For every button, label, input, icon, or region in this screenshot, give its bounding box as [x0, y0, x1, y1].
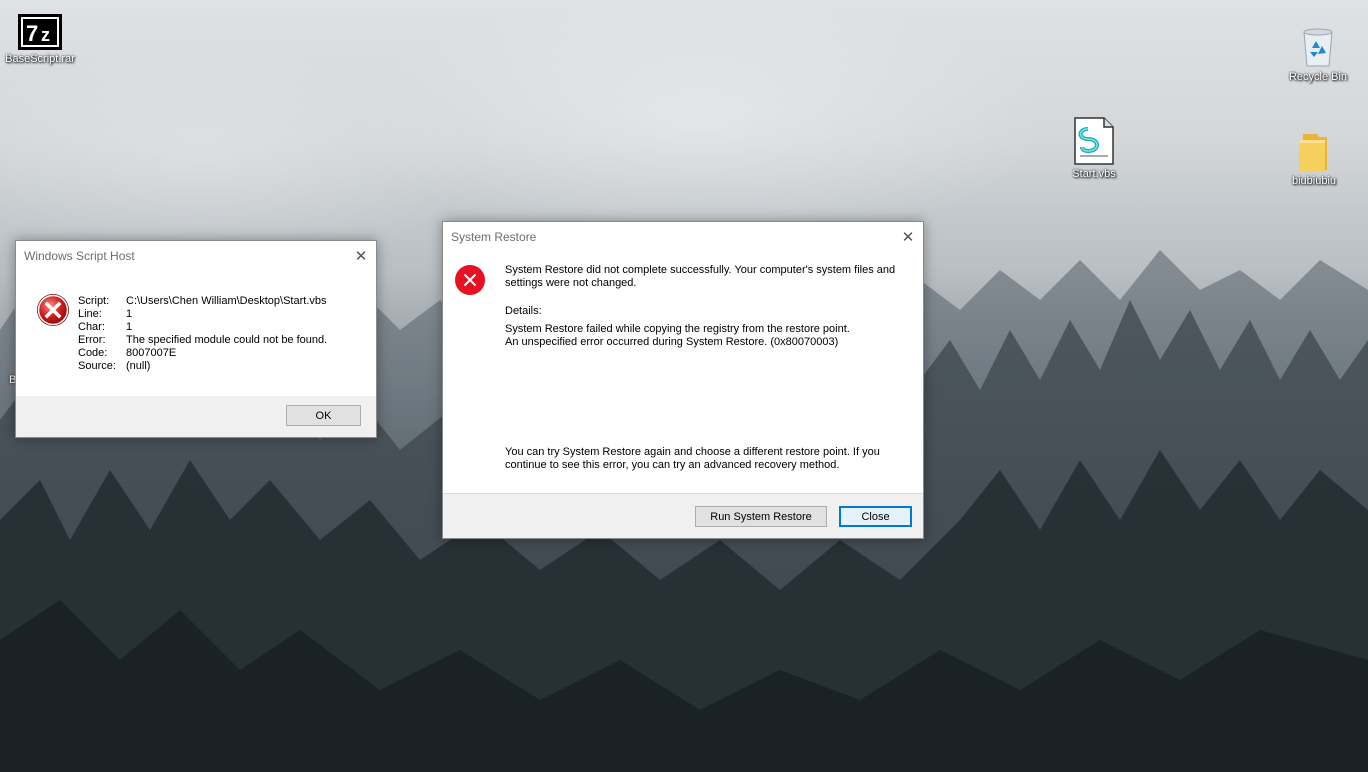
- windows-script-host-dialog: Windows Script Host ✕ Script: C:\Users\C…: [15, 240, 377, 438]
- error-icon: [37, 294, 69, 326]
- detail-key: Error:: [78, 334, 106, 346]
- folder-icon: [1299, 134, 1327, 172]
- detail-key: Char:: [78, 321, 105, 333]
- detail-key: Source:: [78, 360, 116, 372]
- desktop-icon-label: BaseScript.rar: [5, 53, 75, 65]
- 7zip-archive-icon: 7 z: [18, 14, 62, 50]
- detail-row-code: Code: 8007007E: [78, 347, 327, 360]
- svg-text:7: 7: [26, 21, 38, 46]
- close-icon[interactable]: ✕: [346, 241, 376, 271]
- desktop-icon-recycle-bin[interactable]: Recycle Bin: [1278, 26, 1358, 83]
- desktop-icon-biubiubiu-folder[interactable]: biubiubiu: [1274, 132, 1354, 187]
- error-message: System Restore did not complete successf…: [505, 264, 905, 290]
- advice-line: continue to see this error, you can try …: [505, 459, 840, 471]
- detail-value: (null): [126, 360, 151, 372]
- dialog-button-bar: Run System Restore Close: [443, 493, 923, 538]
- desktop-icon-basescript-rar[interactable]: 7 z BaseScript.rar: [0, 14, 80, 65]
- detail-value: 1: [126, 321, 133, 333]
- detail-value: C:\Users\Chen William\Desktop\Start.vbs: [126, 295, 327, 307]
- vbscript-file-icon: [1074, 117, 1114, 165]
- advice-line: You can try System Restore again and cho…: [505, 446, 880, 458]
- dialog-title: System Restore: [451, 230, 537, 244]
- desktop-icon-label: Start.vbs: [1072, 168, 1116, 180]
- desktop-icon-label: biubiubiu: [1291, 175, 1337, 187]
- svg-text:z: z: [41, 25, 50, 45]
- detail-row-script: Script: C:\Users\Chen William\Desktop\St…: [78, 295, 327, 308]
- details-text: System Restore failed while copying the …: [505, 323, 905, 349]
- close-button[interactable]: Close: [839, 506, 912, 527]
- dialog-button-bar: OK: [16, 396, 376, 437]
- details-line: System Restore failed while copying the …: [505, 323, 850, 335]
- desktop-icon-label: Recycle Bin: [1288, 71, 1348, 83]
- detail-value: 8007007E: [126, 347, 177, 359]
- desktop: 7 z BaseScript.rar Recycle Bin Start.vbs: [0, 0, 1368, 772]
- detail-row-source: Source: (null): [78, 360, 327, 373]
- message-line: settings were not changed.: [505, 277, 637, 289]
- error-details-list: Script: C:\Users\Chen William\Desktop\St…: [78, 295, 327, 373]
- system-restore-dialog: System Restore ✕ System Restore did not …: [442, 221, 924, 539]
- recycle-bin-icon: [1303, 28, 1333, 67]
- detail-key: Code:: [78, 347, 108, 359]
- desktop-icon-start-vbs[interactable]: Start.vbs: [1054, 117, 1134, 180]
- detail-value: The specified module could not be found.: [126, 334, 328, 346]
- ok-button[interactable]: OK: [286, 405, 361, 426]
- dialog-title: Windows Script Host: [24, 249, 135, 263]
- dialog-titlebar[interactable]: Windows Script Host ✕: [16, 241, 376, 271]
- details-line: An unspecified error occurred during Sys…: [505, 336, 839, 348]
- message-line: System Restore did not complete successf…: [505, 264, 896, 276]
- run-system-restore-button[interactable]: Run System Restore: [695, 506, 827, 527]
- detail-value: 1: [126, 308, 133, 320]
- detail-key: Line:: [78, 308, 102, 320]
- detail-row-char: Char: 1: [78, 321, 327, 334]
- advice-text: You can try System Restore again and cho…: [505, 446, 905, 472]
- detail-row-line: Line: 1: [78, 308, 327, 321]
- dialog-titlebar[interactable]: System Restore ✕: [443, 222, 923, 252]
- error-icon: [455, 265, 485, 295]
- detail-key: Script:: [78, 295, 110, 307]
- detail-row-error: Error: The specified module could not be…: [78, 334, 327, 347]
- close-icon[interactable]: ✕: [893, 222, 923, 252]
- details-heading: Details:: [505, 305, 542, 317]
